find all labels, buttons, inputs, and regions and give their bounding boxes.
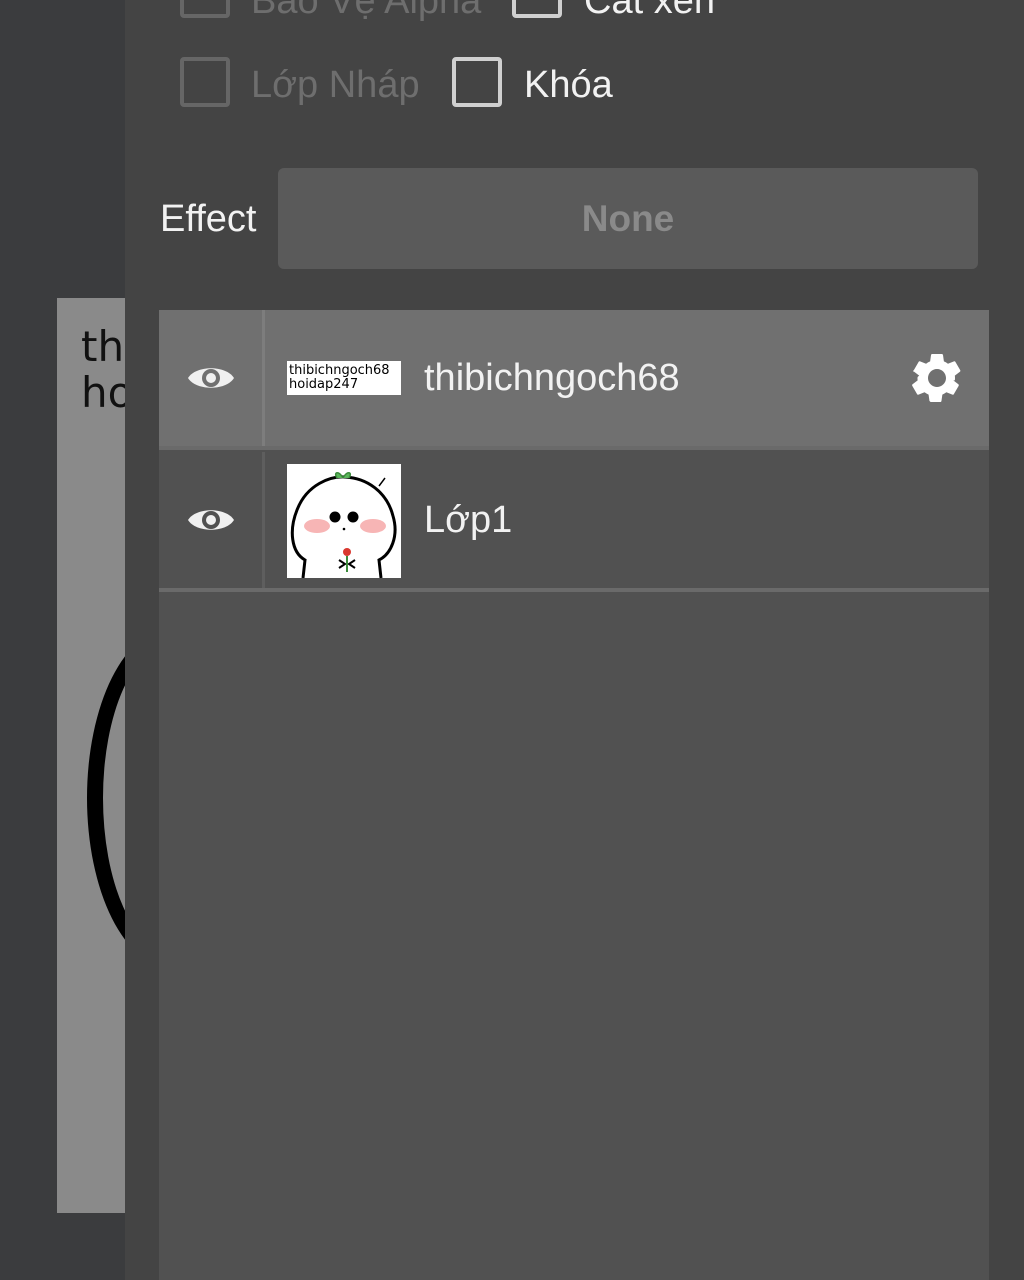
lock-checkbox[interactable] bbox=[452, 57, 502, 107]
visibility-toggle[interactable] bbox=[159, 452, 265, 588]
layer-thumbnail: thibichngoch68 hoidap247 bbox=[287, 361, 401, 395]
effect-select[interactable]: None bbox=[278, 168, 978, 269]
eye-icon bbox=[187, 368, 234, 388]
layer-name: Lớp1 bbox=[424, 499, 513, 541]
protect-alpha-checkbox[interactable] bbox=[180, 0, 230, 18]
lock-label: Khóa bbox=[524, 64, 613, 106]
layer-thumbnail bbox=[287, 464, 401, 578]
layer-thumbnail-text: thibichngoch68 hoidap247 bbox=[289, 363, 390, 392]
layer-name: thibichngoch68 bbox=[424, 357, 680, 399]
eye-icon bbox=[187, 510, 234, 530]
layer-list: thibichngoch68 hoidap247 thibichngoch68 bbox=[159, 310, 989, 1280]
protect-alpha-label: Bảo Vệ Alpha bbox=[251, 0, 482, 22]
draft-layer-checkbox[interactable] bbox=[180, 57, 230, 107]
layer-row-thibichngoch68[interactable]: thibichngoch68 hoidap247 thibichngoch68 bbox=[159, 310, 989, 450]
clipping-checkbox[interactable] bbox=[512, 0, 562, 18]
gear-icon[interactable] bbox=[907, 348, 967, 408]
effect-label: Effect bbox=[160, 198, 257, 240]
clipping-label: Cắt xén bbox=[584, 0, 715, 22]
layer-panel: Bảo Vệ Alpha Cắt xén Lớp Nháp Khóa Effec… bbox=[125, 0, 1024, 1280]
visibility-toggle[interactable] bbox=[159, 310, 265, 446]
draft-layer-label: Lớp Nháp bbox=[251, 64, 420, 106]
layer-row-lop1[interactable]: Lớp1 bbox=[159, 452, 989, 592]
sticker-thumbnail-image bbox=[287, 464, 401, 578]
